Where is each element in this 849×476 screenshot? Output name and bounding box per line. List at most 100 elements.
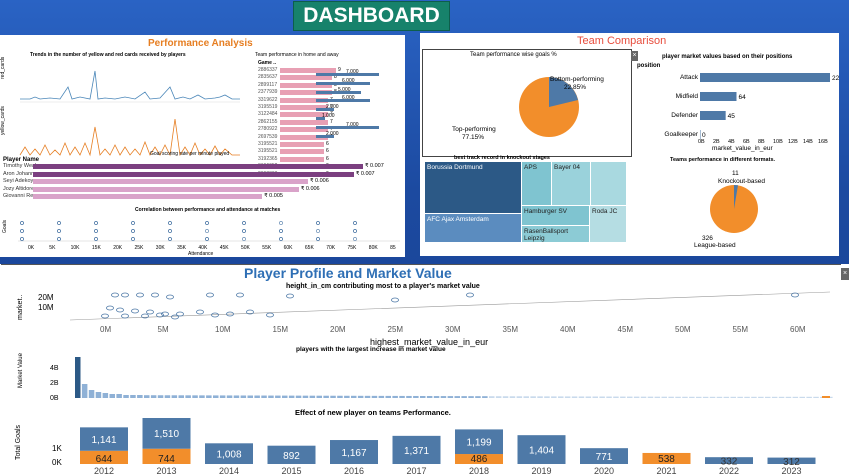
blue-value: 1,141 xyxy=(91,435,116,446)
increase-bar xyxy=(482,396,488,398)
market-tick: 6B xyxy=(743,139,750,145)
blue-value: 1,371 xyxy=(404,446,429,457)
formats-pie-chart: 11 Knockout-based 326 League-based xyxy=(694,170,765,249)
increase-bar xyxy=(247,395,253,398)
close-icon[interactable]: × xyxy=(631,51,638,61)
knockout-title: best track record in knockout stages xyxy=(454,155,550,161)
game-id: 3192365 xyxy=(258,155,278,162)
height-point xyxy=(146,309,154,315)
increase-bar xyxy=(81,384,88,398)
height-xtick: 40M xyxy=(560,325,576,334)
increase-bar xyxy=(799,396,805,398)
height-point xyxy=(161,311,169,317)
increase-bar xyxy=(544,396,550,398)
height-point xyxy=(151,292,159,298)
height-xtick: 25M xyxy=(388,325,404,334)
close-icon[interactable]: × xyxy=(841,268,849,280)
increase-bar xyxy=(150,395,157,398)
height-chart-title: height_in_cm contributing most to a play… xyxy=(286,283,480,290)
position-label: Attack xyxy=(680,74,699,81)
home-bar xyxy=(280,149,324,155)
increase-bar xyxy=(351,395,357,398)
correlation-point xyxy=(20,229,24,233)
increase-bar xyxy=(516,396,523,398)
increase-bar xyxy=(399,395,405,398)
height-point xyxy=(791,292,799,298)
increase-bar xyxy=(392,395,398,398)
position-label: Goalkeeper xyxy=(664,131,698,138)
home-away-title: Team performance in home and away xyxy=(255,52,339,58)
increase-bar xyxy=(509,396,516,398)
increase-bar xyxy=(309,395,316,398)
increase-ytick: 0B xyxy=(50,395,59,402)
market-tick: 0B xyxy=(698,139,705,145)
increase-bar xyxy=(344,395,350,398)
game-header: Game .. xyxy=(258,60,277,66)
increase-chart: Market Value Increase 4B 2B 0B xyxy=(18,352,833,402)
effect-ytick: 0K xyxy=(52,458,62,467)
increase-bar xyxy=(233,395,240,398)
comparison-title: Team Comparison xyxy=(577,35,667,47)
increase-bar xyxy=(785,396,792,398)
player-value: ₹ 0.006 xyxy=(300,185,320,192)
increase-bar xyxy=(468,396,474,398)
increase-bar xyxy=(109,394,115,398)
treemap-cell: Roda JC xyxy=(590,206,626,242)
increase-bar xyxy=(337,395,343,398)
home-score: 6 xyxy=(326,155,329,162)
increase-bar xyxy=(592,396,598,398)
height-point xyxy=(391,297,399,303)
increase-bar xyxy=(765,396,771,398)
year-label: 2020 xyxy=(594,466,614,476)
correlation-point xyxy=(242,237,246,241)
position-label: Defender xyxy=(671,112,699,119)
goal-rate-chart: Timothy Weah ₹ 0.007 Aron Johannsson ₹ 0.00… xyxy=(0,163,400,205)
correlation-point xyxy=(316,229,320,233)
correlation-point xyxy=(279,221,283,225)
attendance-tick: 85 xyxy=(390,245,396,251)
bottom-label: Bottom-performing xyxy=(550,76,604,83)
increase-bar xyxy=(495,396,502,398)
increase-bar xyxy=(95,392,102,398)
year-label: 2023 xyxy=(781,466,801,476)
increase-bar xyxy=(178,395,184,398)
position-bar xyxy=(700,111,726,120)
increase-bar xyxy=(578,396,585,398)
increase-bar xyxy=(171,395,178,398)
increase-bar xyxy=(730,396,736,398)
height-xtick: 35M xyxy=(503,325,519,334)
year-label: 2014 xyxy=(219,466,239,476)
blue-value: 1,199 xyxy=(466,438,491,449)
yellow-cards-axis-label: yellow_cards xyxy=(0,106,6,135)
attendance-tick: 35K xyxy=(177,245,187,251)
dashboard-title: DASHBOARD xyxy=(293,1,450,31)
away-score: 2.000 xyxy=(326,104,339,111)
player-value: ₹ 0.007 xyxy=(355,170,375,177)
blue-value: 1,510 xyxy=(154,429,179,440)
increase-bar xyxy=(371,395,378,398)
effect-axis-label: Total Goals xyxy=(15,424,22,460)
correlation-point xyxy=(242,229,246,233)
increase-bar xyxy=(771,396,778,398)
increase-bar xyxy=(454,396,460,398)
increase-bar xyxy=(185,395,191,398)
knockout-label: Knockout-based xyxy=(718,178,765,185)
goals-axis-label: Goals xyxy=(2,219,8,233)
increase-bar xyxy=(599,396,605,398)
attendance-tick: 65K xyxy=(305,245,315,251)
height-point xyxy=(286,293,294,299)
increase-bar xyxy=(302,395,309,398)
orange-value: 538 xyxy=(658,454,675,465)
increase-bar xyxy=(282,395,288,398)
performance-panel: Performance Analysis Trends in the numbe… xyxy=(0,35,405,257)
goals-pie-chart: Bottom-performing 22.85% Top-performing … xyxy=(452,76,604,141)
profile-title: Player Profile and Market Value xyxy=(244,265,452,281)
correlation-point xyxy=(20,237,24,241)
blue-value: 1,008 xyxy=(216,450,241,461)
correlation-point xyxy=(279,229,283,233)
market-tick: 8B xyxy=(758,139,765,145)
height-point xyxy=(466,292,474,298)
effect-chart-title: Effect of new player on teams Performanc… xyxy=(295,408,451,417)
increase-bar xyxy=(406,395,412,398)
player-value: ₹ 0.007 xyxy=(365,163,384,169)
